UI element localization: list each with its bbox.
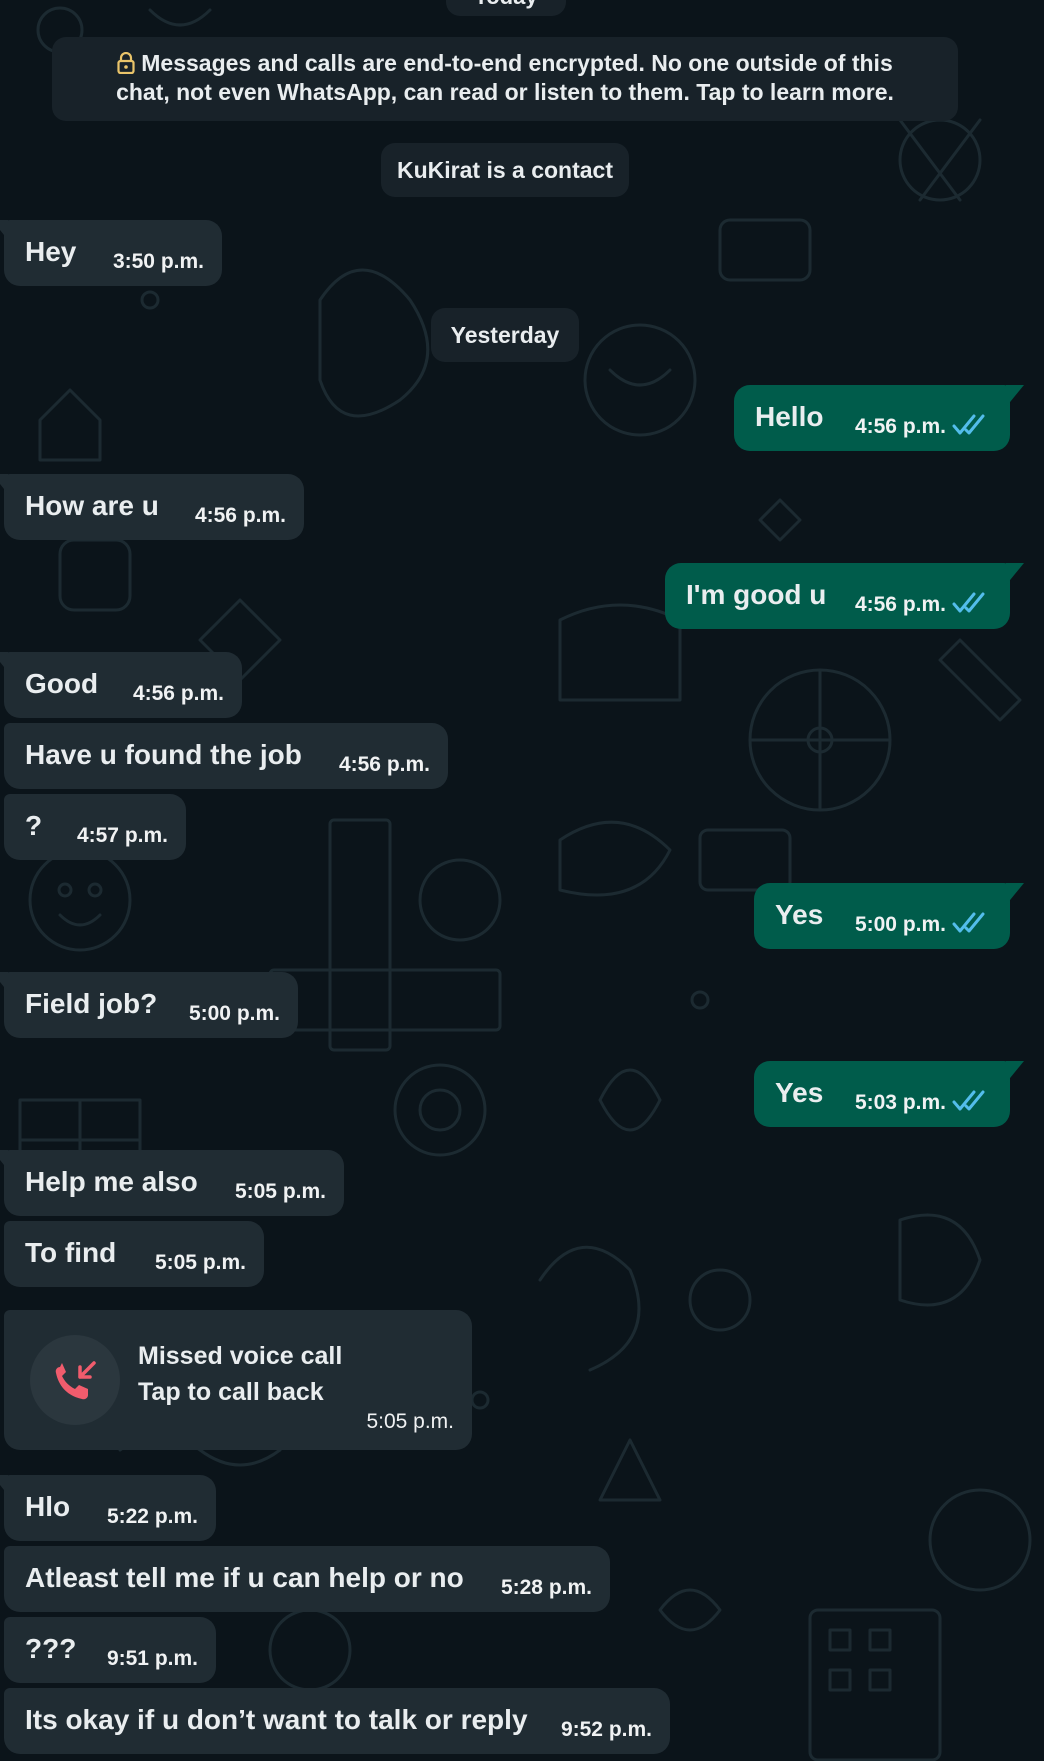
message-time: 5:03 p.m. — [854, 1091, 946, 1114]
message-text: Have u found the job — [25, 739, 302, 770]
message-time: 4:56 p.m. — [854, 593, 946, 616]
message-incoming[interactable]: Have u found the job 4:56 p.m. — [4, 723, 448, 789]
date-pill-top: Today — [446, 0, 566, 16]
message-outgoing[interactable]: Yes 5:00 p.m. — [754, 883, 1024, 949]
message-incoming[interactable]: ??? 9:51 p.m. — [4, 1617, 216, 1683]
double-check-icon — [952, 592, 985, 613]
message-text: Help me also — [25, 1166, 198, 1197]
message-time: 3:50 p.m. — [112, 250, 204, 273]
message-text: I'm good u — [686, 579, 827, 610]
message-time: 4:56 p.m. — [132, 682, 224, 705]
missed-call-card[interactable]: Missed voice call Tap to call back 5:05 … — [4, 1310, 472, 1450]
message-time: 4:56 p.m. — [194, 504, 286, 527]
message-outgoing[interactable]: I'm good u 4:56 p.m. — [665, 563, 1024, 629]
message-text: Yes — [775, 899, 824, 930]
message-outgoing[interactable]: Yes 5:03 p.m. — [754, 1061, 1024, 1127]
message-incoming[interactable]: Field job? 5:00 p.m. — [0, 972, 298, 1038]
message-time: 5:05 p.m. — [234, 1180, 326, 1203]
message-text: Field job? — [25, 988, 158, 1019]
message-time: 5:22 p.m. — [106, 1505, 198, 1528]
message-text: Its okay if u don’t want to talk or repl… — [25, 1704, 528, 1735]
message-incoming[interactable]: Its okay if u don’t want to talk or repl… — [4, 1688, 670, 1754]
message-incoming[interactable]: Help me also 5:05 p.m. — [0, 1150, 344, 1216]
message-text: ??? — [25, 1633, 77, 1664]
message-time: 5:00 p.m. — [854, 913, 946, 936]
lock-icon — [117, 51, 135, 75]
message-text: Yes — [775, 1077, 824, 1108]
message-incoming[interactable]: How are u 4:56 p.m. — [0, 474, 304, 540]
message-text: ? — [25, 810, 43, 841]
missed-call-icon-wrap — [30, 1335, 120, 1425]
double-check-icon — [952, 414, 985, 435]
message-time: 9:51 p.m. — [106, 1647, 198, 1670]
message-time: 5:00 p.m. — [188, 1002, 280, 1025]
contact-notice: KuKirat is a contact — [381, 143, 629, 197]
message-text: Hlo — [25, 1491, 71, 1522]
message-time: 4:56 p.m. — [854, 415, 946, 438]
message-time: 4:56 p.m. — [338, 753, 430, 776]
message-incoming[interactable]: To find 5:05 p.m. — [4, 1221, 264, 1287]
message-incoming[interactable]: Good 4:56 p.m. — [0, 652, 242, 718]
message-text: Good — [25, 668, 99, 699]
missed-call-subtitle: Tap to call back — [138, 1378, 324, 1406]
double-check-icon — [952, 1090, 985, 1111]
date-pill-top-label: Today — [446, 0, 566, 10]
missed-call-icon — [55, 1361, 96, 1400]
message-time: 4:57 p.m. — [76, 824, 168, 847]
message-text: Atleast tell me if u can help or no — [25, 1562, 464, 1593]
message-text: Hello — [755, 401, 824, 432]
message-incoming[interactable]: Atleast tell me if u can help or no 5:28… — [4, 1546, 610, 1612]
message-time: 9:52 p.m. — [560, 1718, 652, 1741]
encryption-notice[interactable]: Messages and calls are end-to-end encryp… — [52, 37, 958, 121]
message-time: 5:05 p.m. — [366, 1410, 454, 1433]
message-incoming[interactable]: Hlo 5:22 p.m. — [0, 1475, 216, 1541]
date-separator-label: Yesterday — [450, 322, 560, 348]
missed-call-title: Missed voice call — [138, 1342, 343, 1370]
date-separator: Yesterday — [431, 308, 579, 362]
message-time: 5:28 p.m. — [500, 1576, 592, 1599]
message-text: Hey — [25, 236, 77, 267]
encryption-notice-text: Messages and calls are end-to-end encryp… — [116, 50, 894, 105]
message-incoming[interactable]: ? 4:57 p.m. — [4, 794, 186, 860]
double-check-icon — [952, 912, 985, 933]
message-text: How are u — [25, 490, 159, 521]
message-outgoing[interactable]: Hello 4:56 p.m. — [734, 385, 1024, 451]
message-incoming[interactable]: Hey 3:50 p.m. — [0, 220, 222, 286]
message-text: To find — [25, 1237, 117, 1268]
contact-notice-text: KuKirat is a contact — [397, 157, 613, 183]
message-time: 5:05 p.m. — [154, 1251, 246, 1274]
